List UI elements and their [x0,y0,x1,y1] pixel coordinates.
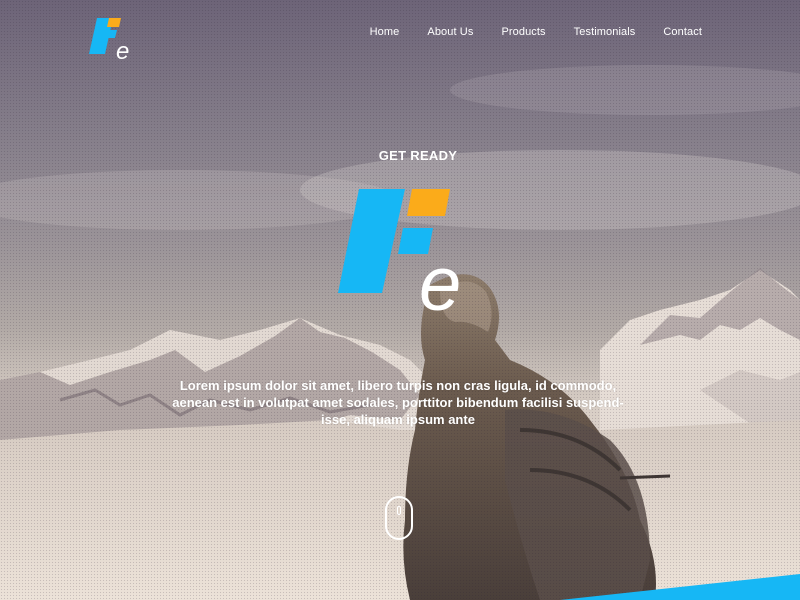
nav-products[interactable]: Products [501,26,545,38]
main-nav: Home About Us Products Testimonials Cont… [370,26,702,38]
mouse-wheel [397,506,401,515]
hero-logo-bar-blue [338,189,405,293]
brand-logo[interactable]: e [85,18,135,62]
mouse-scroll-icon[interactable] [385,496,413,540]
nav-home[interactable]: Home [370,26,400,38]
nav-contact[interactable]: Contact [663,26,702,38]
logo-square-orange [107,18,121,27]
hero-logo-letter: e [419,242,461,316]
hero-logo-square-orange [407,189,450,216]
nav-testimonials[interactable]: Testimonials [574,26,636,38]
hero-kicker: GET READY [378,148,458,163]
accent-stripe [560,574,800,600]
hero-logo: e [338,189,461,316]
hero-description: Lorem ipsum dolor sit amet, libero turpi… [172,378,624,427]
logo-square-blue [105,30,117,38]
logo-letter: e [116,38,129,62]
nav-about-us[interactable]: About Us [427,26,473,38]
hero-section: e Home About Us Products Testimonials Co… [0,0,800,600]
